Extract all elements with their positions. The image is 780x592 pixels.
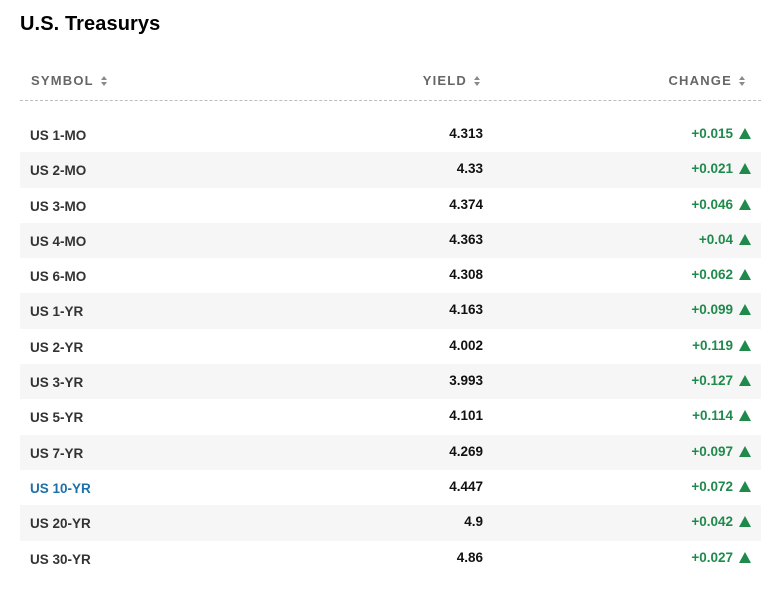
sort-arrows-icon [100, 75, 107, 86]
change-value: +0.127 [691, 373, 751, 388]
change-text: +0.042 [691, 514, 733, 530]
table-row: US 6-MO 4.308 +0.062 [20, 258, 761, 293]
table-row: US 5-YR 4.101 +0.114 [20, 399, 761, 434]
symbol-link[interactable]: US 1-YR [30, 304, 83, 319]
up-arrow-icon [739, 198, 751, 210]
change-text: +0.015 [691, 126, 733, 141]
change-value: +0.046 [691, 197, 751, 212]
treasury-table: SYMBOL YIELD CHANGE US 1-MO 4.313 +0.015… [20, 62, 761, 576]
symbol-link[interactable]: US 7-YR [30, 446, 83, 461]
yield-value: 4.308 [449, 267, 483, 283]
up-arrow-icon [739, 233, 751, 245]
symbol-link[interactable]: US 3-MO [30, 199, 86, 214]
yield-value: 4.002 [449, 337, 483, 353]
change-value: +0.027 [691, 550, 751, 565]
change-value: +0.042 [691, 514, 751, 529]
change-value: +0.114 [692, 408, 751, 423]
table-row: US 3-MO 4.374 +0.046 [20, 188, 761, 223]
table-row: US 3-YR 3.993 +0.127 [20, 364, 761, 400]
change-value: +0.062 [691, 267, 751, 282]
change-text: +0.04 [698, 231, 733, 247]
up-arrow-icon [739, 551, 751, 563]
sort-arrows-icon [739, 75, 745, 86]
table-row: US 20-YR 4.9 +0.042 [20, 505, 761, 541]
sort-by-change-header[interactable]: CHANGE [668, 73, 745, 88]
yield-value: 4.33 [456, 161, 483, 177]
sort-by-symbol-header[interactable]: SYMBOL [31, 73, 107, 88]
symbol-link[interactable]: US 3-YR [30, 375, 83, 390]
symbol-link[interactable]: US 4-MO [30, 234, 86, 249]
up-arrow-icon [739, 445, 751, 457]
table-row: US 2-YR 4.002 +0.119 [20, 329, 761, 364]
up-arrow-icon [739, 410, 751, 422]
table-row: US 1-MO 4.313 +0.015 [20, 117, 761, 152]
symbol-link[interactable]: US 2-YR [30, 340, 83, 355]
up-arrow-icon [739, 304, 751, 316]
up-arrow-icon [739, 163, 751, 175]
symbol-link[interactable]: US 30-YR [30, 552, 91, 567]
change-value: +0.072 [691, 479, 751, 494]
yield-value: 4.447 [449, 478, 483, 494]
up-arrow-icon [739, 480, 751, 492]
symbol-link[interactable]: US 10-YR [30, 481, 91, 496]
change-text: +0.127 [691, 373, 733, 389]
change-text: +0.099 [691, 302, 733, 318]
yield-value: 4.269 [449, 443, 483, 459]
change-value: +0.015 [691, 126, 751, 141]
table-row: US 7-YR 4.269 +0.097 [20, 434, 761, 470]
symbol-header-label: SYMBOL [31, 73, 94, 88]
table-header: SYMBOL YIELD CHANGE [20, 62, 761, 101]
change-value: +0.119 [692, 338, 751, 353]
change-text: +0.097 [691, 443, 733, 459]
sort-arrows-icon [474, 75, 480, 86]
change-text: +0.062 [691, 267, 733, 283]
symbol-link[interactable]: US 6-MO [30, 269, 86, 284]
table-row: US 4-MO 4.363 +0.04 [20, 222, 761, 259]
up-arrow-icon [739, 375, 751, 387]
symbol-link[interactable]: US 1-MO [30, 128, 86, 143]
change-value: +0.099 [691, 302, 751, 317]
table-row: US 10-YR 4.447 +0.072 [20, 470, 761, 505]
yield-value: 4.86 [456, 549, 483, 565]
change-value: +0.021 [691, 161, 751, 176]
change-text: +0.027 [691, 549, 733, 565]
up-arrow-icon [739, 516, 751, 528]
table-row: US 2-MO 4.33 +0.021 [20, 152, 761, 188]
up-arrow-icon [739, 339, 751, 351]
change-value: +0.097 [691, 444, 751, 459]
change-value: +0.04 [699, 232, 751, 247]
yield-value: 4.374 [449, 196, 483, 212]
change-text: +0.072 [691, 478, 733, 494]
symbol-link[interactable]: US 20-YR [30, 516, 91, 531]
change-header-label: CHANGE [668, 73, 732, 88]
yield-value: 4.313 [449, 126, 483, 141]
yield-value: 4.363 [449, 231, 483, 247]
sort-by-yield-header[interactable]: YIELD [423, 73, 480, 88]
yield-header-label: YIELD [422, 73, 467, 88]
symbol-link[interactable]: US 2-MO [30, 163, 86, 178]
yield-value: 4.9 [464, 514, 483, 530]
change-text: +0.119 [692, 337, 733, 353]
yield-value: 4.101 [449, 408, 483, 424]
table-row: US 30-YR 4.86 +0.027 [20, 541, 761, 576]
change-text: +0.046 [691, 196, 733, 212]
table-row: US 1-YR 4.163 +0.099 [20, 293, 761, 329]
yield-value: 4.163 [449, 302, 483, 318]
symbol-link[interactable]: US 5-YR [30, 410, 83, 425]
change-text: +0.114 [692, 408, 733, 424]
change-text: +0.021 [691, 161, 733, 177]
table-body: US 1-MO 4.313 +0.015 US 2-MO 4.33 +0.021… [20, 117, 761, 576]
yield-value: 3.993 [449, 373, 483, 389]
up-arrow-icon [739, 128, 751, 139]
page-title: U.S. Treasurys [20, 13, 161, 35]
up-arrow-icon [739, 269, 751, 281]
